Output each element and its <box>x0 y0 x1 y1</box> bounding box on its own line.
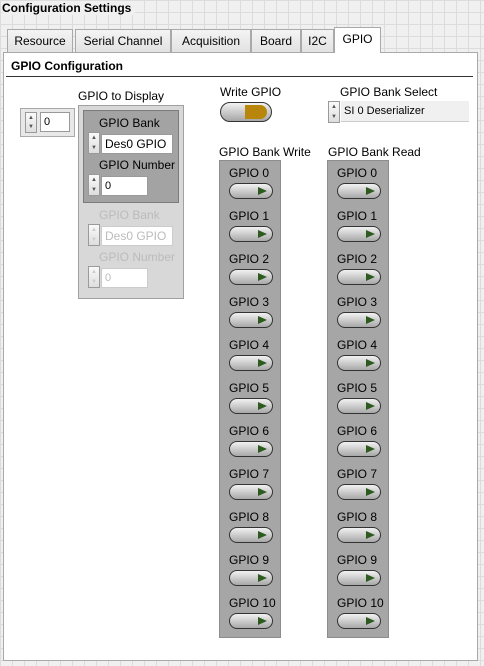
gpio-write-led-button[interactable] <box>229 484 273 500</box>
gpio-number-input-disabled: 0 <box>101 268 148 288</box>
write-gpio-label: Write GPIO <box>220 85 282 99</box>
window-title: Configuration Settings <box>2 1 136 15</box>
bank-write-label: GPIO Bank Write <box>219 145 311 159</box>
gpio-write-led-button[interactable] <box>229 398 273 414</box>
gpio-number-label: GPIO Number <box>99 158 176 172</box>
gpio-write-label: GPIO 3 <box>229 295 270 309</box>
gpio-read-led-button <box>337 398 381 414</box>
gpio-to-display-label: GPIO to Display <box>78 89 165 103</box>
gpio-read-led-button <box>337 183 381 199</box>
tab-serial-channel[interactable]: Serial Channel <box>75 29 171 52</box>
gpio-write-label: GPIO 9 <box>229 553 270 567</box>
gpio-read-led-button <box>337 441 381 457</box>
gpio-write-label: GPIO 1 <box>229 209 270 223</box>
gpio-write-label: GPIO 7 <box>229 467 270 481</box>
gpio-number-spinner-disabled: ▲ ▼ <box>88 266 100 288</box>
gpio-number-input[interactable]: 0 <box>101 176 148 196</box>
gpio-read-label: GPIO 9 <box>337 553 378 567</box>
gpio-read-label: GPIO 8 <box>337 510 378 524</box>
gpio-read-label: GPIO 2 <box>337 252 378 266</box>
tab-resource[interactable]: Resource <box>7 29 73 52</box>
array-index-input[interactable]: 0 <box>40 112 70 132</box>
bank-read-label: GPIO Bank Read <box>328 145 421 159</box>
gpio-read-label: GPIO 7 <box>337 467 378 481</box>
gpio-write-label: GPIO 6 <box>229 424 270 438</box>
gpio-write-label: GPIO 5 <box>229 381 270 395</box>
bank-select-value[interactable]: SI 0 Deserializer <box>341 101 469 122</box>
gpio-bank-spinner[interactable]: ▲ ▼ <box>88 132 100 154</box>
bank-write-column: GPIO 0 GPIO 1 GPIO 2 GPIO 3 GPIO 4 GPIO 5 GPIO… <box>219 160 281 638</box>
bank-select-spinner[interactable]: ▲ ▼ <box>328 101 340 123</box>
gpio-read-led-button <box>337 312 381 328</box>
tab-strip: Resource Serial Channel Acquisition Boar… <box>5 27 475 53</box>
gpio-read-led-button <box>337 269 381 285</box>
panel-title: GPIO Configuration <box>11 59 123 73</box>
tab-gpio[interactable]: GPIO <box>334 27 381 53</box>
tab-board[interactable]: Board <box>251 29 301 52</box>
gpio-read-label: GPIO 3 <box>337 295 378 309</box>
gpio-write-label: GPIO 8 <box>229 510 270 524</box>
gpio-write-led-button[interactable] <box>229 355 273 371</box>
bank-read-column: GPIO 0 GPIO 1 GPIO 2 GPIO 3 GPIO 4 GPIO 5 GPIO… <box>327 160 389 638</box>
bank-select-label: GPIO Bank Select <box>340 85 438 99</box>
gpio-read-led-button <box>337 613 381 629</box>
gpio-bank-label-disabled: GPIO Bank <box>99 208 160 222</box>
gpio-read-label: GPIO 0 <box>337 166 378 180</box>
gpio-write-led-button[interactable] <box>229 527 273 543</box>
gpio-write-label: GPIO 4 <box>229 338 270 352</box>
gpio-read-label: GPIO 10 <box>337 596 384 610</box>
gpio-bank-value-disabled: Des0 GPIO <box>101 226 173 246</box>
gpio-write-led-button[interactable] <box>229 269 273 285</box>
gpio-write-label: GPIO 0 <box>229 166 270 180</box>
gpio-read-led-button <box>337 226 381 242</box>
gpio-read-label: GPIO 4 <box>337 338 378 352</box>
gpio-write-label: GPIO 10 <box>229 596 276 610</box>
gpio-write-led-button[interactable] <box>229 226 273 242</box>
gpio-bank-label: GPIO Bank <box>99 116 160 130</box>
gpio-read-label: GPIO 1 <box>337 209 378 223</box>
gpio-read-label: GPIO 5 <box>337 381 378 395</box>
tab-acquisition[interactable]: Acquisition <box>171 29 251 52</box>
gpio-read-led-button <box>337 355 381 371</box>
gpio-write-led-button[interactable] <box>229 570 273 586</box>
gpio-write-led-button[interactable] <box>229 441 273 457</box>
gpio-read-label: GPIO 6 <box>337 424 378 438</box>
gpio-read-led-button <box>337 527 381 543</box>
gpio-read-led-button <box>337 484 381 500</box>
gpio-bank-value[interactable]: Des0 GPIO <box>101 134 173 154</box>
gpio-write-led-button[interactable] <box>229 183 273 199</box>
gpio-number-label-disabled: GPIO Number <box>99 250 176 264</box>
tab-i2c[interactable]: I2C <box>301 29 334 52</box>
gpio-bank-spinner-disabled: ▲ ▼ <box>88 224 100 246</box>
gpio-number-spinner[interactable]: ▲ ▼ <box>88 174 100 196</box>
divider <box>6 76 473 77</box>
gpio-write-label: GPIO 2 <box>229 252 270 266</box>
gpio-write-led-button[interactable] <box>229 613 273 629</box>
gpio-write-led-button[interactable] <box>229 312 273 328</box>
gpio-read-led-button <box>337 570 381 586</box>
array-index-spinner[interactable]: ▲ ▼ <box>25 112 37 133</box>
write-gpio-button[interactable] <box>220 102 272 122</box>
